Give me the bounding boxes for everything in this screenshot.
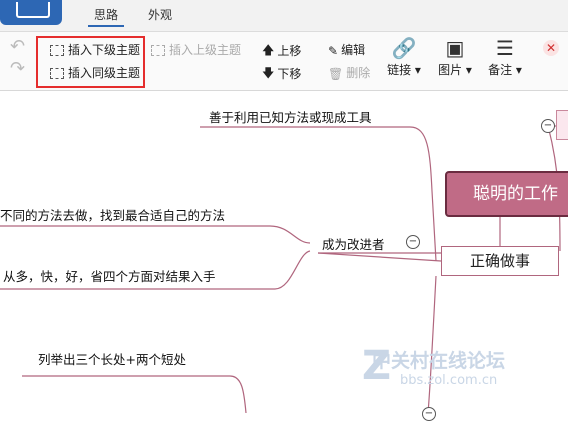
note-button[interactable]: ☰ 备注 ▾ <box>484 35 526 78</box>
insert-parent-button[interactable]: 插入上级主题 <box>151 41 241 58</box>
move-down-label: 下移 <box>277 67 302 81</box>
delete-button[interactable]: 🗑 删除 <box>328 64 370 81</box>
insert-parent-icon <box>151 45 165 56</box>
image-button[interactable]: ▣ 图片 ▾ <box>434 35 476 78</box>
connector-subtopic <box>317 252 442 262</box>
delete-label: 删除 <box>346 66 371 80</box>
app-logo-icon <box>16 2 50 18</box>
note-label: 备注 <box>488 63 513 77</box>
main-topic[interactable]: 聪明的工作 <box>445 171 568 217</box>
move-up-button[interactable]: 🡅 上移 <box>262 41 301 62</box>
watermark-text: 中关村在线论坛 <box>372 350 506 372</box>
insert-child-label: 插入下级主题 <box>68 43 141 57</box>
leaf-topic-1[interactable]: 善于利用已知方法或现成工具 <box>209 107 372 126</box>
insert-child-icon <box>50 45 64 56</box>
arrow-up-icon: 🡅 <box>262 43 275 57</box>
image-label: 图片 <box>438 63 463 77</box>
insert-child-button[interactable]: 插入下级主题 <box>50 41 140 58</box>
right-topic-stub[interactable] <box>556 110 568 140</box>
watermark-url: bbs.zol.com.cn <box>400 373 498 388</box>
subtopic-improver[interactable]: 成为改进者 <box>322 234 385 253</box>
tab-ideas[interactable]: 思路 <box>88 5 125 27</box>
toolbar: ↶ ↷ 插入下级主题 插入上级主题 插入同级主题 🡅 上移 🡇 下移 ✎ 编辑 🗑 删除… <box>0 32 568 112</box>
connector-lower <box>427 275 437 413</box>
arrow-down-icon: 🡇 <box>262 66 275 80</box>
image-icon: ▣ <box>445 36 465 60</box>
chevron-down-icon: ▾ <box>465 63 472 77</box>
collapse-icon[interactable]: − <box>406 235 420 249</box>
close-icon[interactable]: ✕ <box>543 40 559 56</box>
link-button[interactable]: 🔗 链接 ▾ <box>384 35 424 78</box>
insert-parent-label: 插入上级主题 <box>169 43 242 57</box>
trash-icon: 🗑 <box>328 66 344 81</box>
leaf-topic-2[interactable]: 不同的方法去做，找到最合适自己的方法 <box>0 205 225 224</box>
chevron-down-icon: ▾ <box>515 63 522 77</box>
edit-button[interactable]: ✎ 编辑 <box>328 41 365 58</box>
collapse-icon[interactable]: − <box>422 407 436 421</box>
edit-icon: ✎ <box>328 43 339 58</box>
branch-topic[interactable]: 正确做事 <box>441 246 559 276</box>
connector-leaf-4 <box>22 375 247 413</box>
link-label: 链接 <box>387 63 412 77</box>
app-logo[interactable] <box>0 0 62 25</box>
move-down-button[interactable]: 🡇 下移 <box>262 64 301 85</box>
insert-sibling-button[interactable]: 插入同级主题 <box>50 64 140 81</box>
tab-appearance[interactable]: 外观 <box>142 5 178 25</box>
insert-sibling-label: 插入同级主题 <box>68 66 141 80</box>
edit-label: 编辑 <box>341 43 366 57</box>
leaf-topic-3[interactable]: 从多，快，好，省四个方面对结果入手 <box>3 266 216 285</box>
insert-sibling-icon <box>50 68 64 79</box>
redo-icon[interactable]: ↷ <box>10 58 25 79</box>
undo-icon[interactable]: ↶ <box>10 36 25 57</box>
note-icon: ☰ <box>496 36 514 60</box>
connector-leaf-1 <box>200 126 437 262</box>
leaf-topic-4[interactable]: 列举出三个长处+两个短处 <box>38 349 186 368</box>
connector-leaf-2 <box>0 225 311 244</box>
chevron-down-icon: ▾ <box>414 63 421 77</box>
tab-bar: 思路 外观 <box>0 0 568 32</box>
link-icon: 🔗 <box>391 36 417 60</box>
move-up-label: 上移 <box>277 44 302 58</box>
collapse-icon[interactable]: − <box>541 119 555 133</box>
mindmap-canvas[interactable]: − 善于利用已知方法或现成工具 不同的方法去做，找到最合适自己的方法 从多，快，… <box>0 91 568 421</box>
